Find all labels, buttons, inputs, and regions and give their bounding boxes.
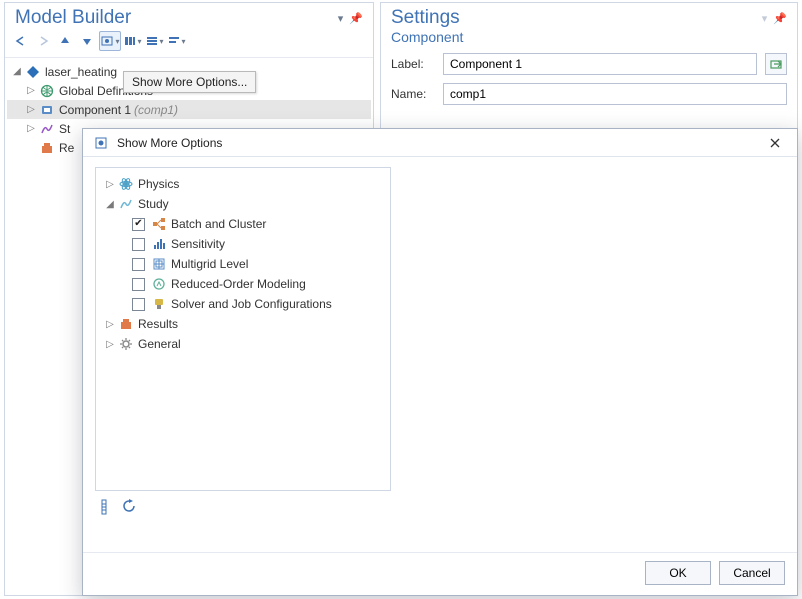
checkbox[interactable] <box>132 238 145 251</box>
settings-label-input[interactable] <box>443 53 757 75</box>
tree-row-component[interactable]: ▷ Component 1 (comp1) <box>7 100 371 119</box>
dialog-study-item[interactable]: Batch and Cluster <box>100 214 386 234</box>
study-icon <box>39 121 55 137</box>
dialog-item-label: Batch and Cluster <box>171 217 266 231</box>
go-to-source-button[interactable] <box>765 53 787 75</box>
study-icon <box>118 196 134 212</box>
dialog-study-label: Study <box>138 197 169 211</box>
tree-component-aux: (comp1) <box>134 103 178 117</box>
dialog-options-tree[interactable]: ▷ Physics ◢ Study <box>95 167 391 491</box>
physics-icon <box>118 176 134 192</box>
dialog-item-label: Multigrid Level <box>171 257 248 271</box>
solver-icon <box>151 296 167 312</box>
show-more-options-dialog: Show More Options ▷ Physics ◢ <box>82 128 798 596</box>
dialog-physics-label: Physics <box>138 177 179 191</box>
dialog-study-item[interactable]: Solver and Job Configurations <box>100 294 386 314</box>
dialog-item-label: Solver and Job Configurations <box>171 297 332 311</box>
show-more-options-tooltip: Show More Options... <box>123 71 256 93</box>
expand-mode-2-icon[interactable] <box>145 31 165 51</box>
tree-study-label-trunc: St <box>59 122 70 136</box>
expand-icon[interactable]: ▷ <box>25 123 37 135</box>
settings-title-row: Settings ▾ 📌 <box>381 3 797 29</box>
blank-twisty <box>25 142 37 154</box>
model-icon <box>25 64 41 80</box>
component-icon <box>39 102 55 118</box>
expand-icon[interactable]: ▷ <box>104 338 116 350</box>
settings-label-row: Label: <box>381 49 797 79</box>
dialog-node-study[interactable]: ◢ Study <box>100 194 386 214</box>
dialog-study-item[interactable]: Multigrid Level <box>100 254 386 274</box>
nav-up-icon[interactable] <box>55 31 75 51</box>
dialog-node-results[interactable]: ▷ Results <box>100 314 386 334</box>
multigrid-icon <box>151 256 167 272</box>
dialog-footer: OK Cancel <box>83 552 797 595</box>
results-icon <box>118 316 134 332</box>
settings-label-caption: Label: <box>391 57 435 71</box>
cluster-icon <box>151 216 167 232</box>
expand-mode-1-icon[interactable] <box>123 31 143 51</box>
dialog-node-general[interactable]: ▷ General <box>100 334 386 354</box>
model-builder-title-controls: ▾ 📌 <box>338 12 363 25</box>
checkbox[interactable] <box>132 278 145 291</box>
settings-title: Settings <box>391 7 460 29</box>
dialog-title: Show More Options <box>117 136 222 150</box>
dialog-bottom-toolbar <box>95 491 785 522</box>
dialog-app-icon <box>93 135 109 151</box>
settings-name-row: Name: <box>381 79 797 109</box>
gear-icon <box>118 336 134 352</box>
pin-icon[interactable]: 📌 <box>349 12 363 25</box>
globe-icon <box>39 83 55 99</box>
dialog-item-label: Sensitivity <box>171 237 225 251</box>
dropdown-caret-icon[interactable]: ▾ <box>762 12 768 25</box>
dialog-study-item[interactable]: Reduced-Order Modeling <box>100 274 386 294</box>
settings-name-caption: Name: <box>391 87 435 101</box>
nav-down-icon[interactable] <box>77 31 97 51</box>
tree-results-label-trunc: Re <box>59 141 74 155</box>
expand-icon[interactable]: ▷ <box>104 318 116 330</box>
checkbox[interactable] <box>132 258 145 271</box>
sensitivity-icon <box>151 236 167 252</box>
expand-icon[interactable]: ▷ <box>25 104 37 116</box>
tree-root-label: laser_heating <box>45 65 117 79</box>
expand-all-icon[interactable] <box>97 499 111 518</box>
dialog-item-label: Reduced-Order Modeling <box>171 277 306 291</box>
nav-forward-icon[interactable] <box>33 31 53 51</box>
checkbox[interactable] <box>132 298 145 311</box>
collapse-icon[interactable]: ◢ <box>11 66 23 78</box>
reset-icon[interactable] <box>121 499 137 518</box>
results-icon <box>39 140 55 156</box>
pin-icon[interactable]: 📌 <box>773 12 787 25</box>
model-builder-title-row: Model Builder ▾ 📌 <box>5 3 373 29</box>
checkbox[interactable] <box>132 218 145 231</box>
expand-mode-3-icon[interactable] <box>167 31 187 51</box>
settings-subtitle: Component <box>381 29 797 49</box>
expand-icon[interactable]: ▷ <box>104 178 116 190</box>
dialog-general-label: General <box>138 337 181 351</box>
reduced-order-icon <box>151 276 167 292</box>
dialog-titlebar[interactable]: Show More Options <box>83 129 797 157</box>
dialog-results-label: Results <box>138 317 178 331</box>
model-builder-toolbar <box>5 29 373 58</box>
nav-back-icon[interactable] <box>11 31 31 51</box>
collapse-icon[interactable]: ◢ <box>104 198 116 210</box>
dialog-node-physics[interactable]: ▷ Physics <box>100 174 386 194</box>
dialog-body: ▷ Physics ◢ Study <box>83 157 797 552</box>
dialog-cancel-button[interactable]: Cancel <box>719 561 785 585</box>
dialog-ok-button[interactable]: OK <box>645 561 711 585</box>
dropdown-caret-icon[interactable]: ▾ <box>338 12 344 25</box>
show-more-options-button[interactable] <box>99 31 121 51</box>
dialog-close-button[interactable] <box>761 132 789 154</box>
model-builder-title: Model Builder <box>15 7 131 29</box>
dialog-study-item[interactable]: Sensitivity <box>100 234 386 254</box>
settings-title-controls: ▾ 📌 <box>762 12 787 25</box>
expand-icon[interactable]: ▷ <box>25 85 37 97</box>
tree-component-label: Component 1 <box>59 103 131 117</box>
settings-name-input[interactable] <box>443 83 787 105</box>
